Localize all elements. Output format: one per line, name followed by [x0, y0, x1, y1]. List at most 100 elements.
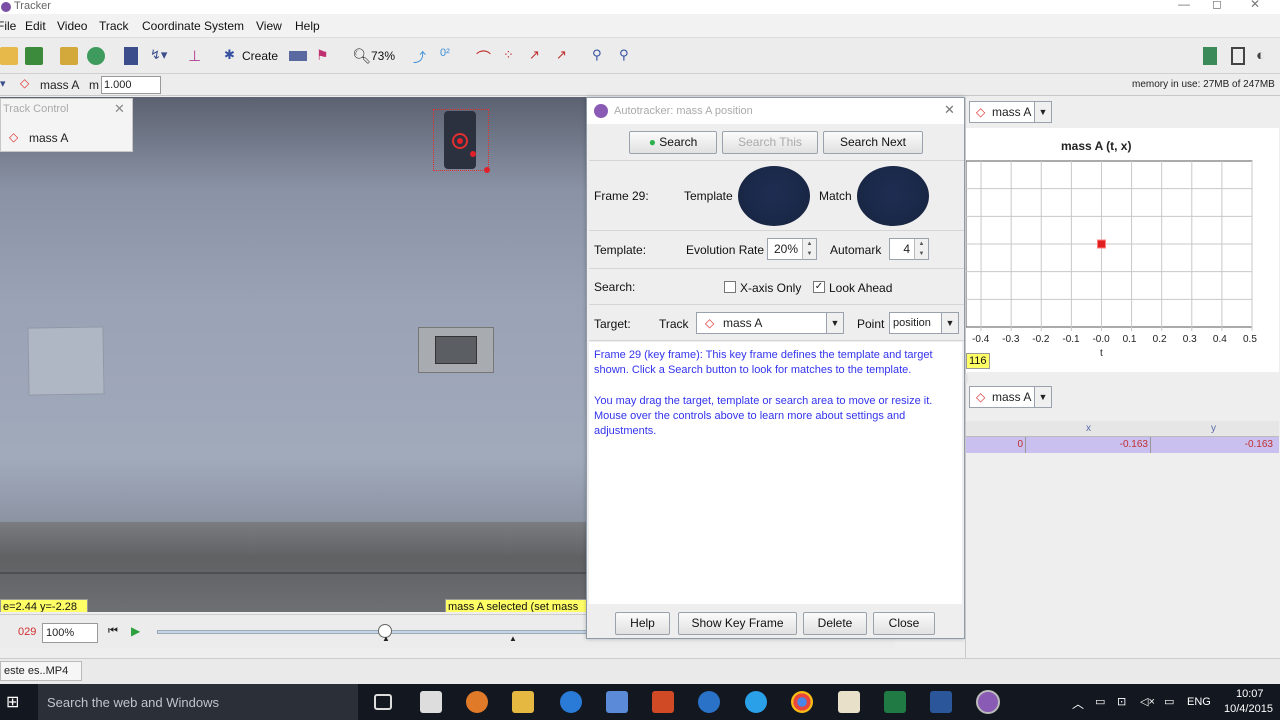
plot-point[interactable]	[1096, 239, 1106, 249]
chevron-down-icon[interactable]: ▼	[941, 313, 958, 333]
chrome-icon[interactable]	[791, 691, 813, 713]
calibration-icon[interactable]: ⊥	[188, 47, 206, 65]
automark-spinner[interactable]: 4 ▲ ▼	[889, 238, 929, 260]
popcorn-icon[interactable]	[838, 691, 860, 713]
acceleration-icon[interactable]: ↗	[556, 47, 574, 65]
firefox-icon[interactable]	[466, 691, 488, 713]
battery-icon[interactable]: ▭	[1095, 695, 1105, 708]
velocity-icon[interactable]: ↗	[529, 47, 547, 65]
close-button[interactable]: Close	[873, 612, 935, 635]
skype-icon[interactable]	[745, 691, 767, 713]
angle-icon[interactable]: 0²	[440, 47, 458, 65]
close-icon[interactable]: ✕	[1250, 0, 1260, 11]
chevron-down-icon[interactable]: ▼	[1034, 387, 1051, 407]
maximize-icon[interactable]: ◻	[1212, 0, 1222, 11]
volume-icon[interactable]: ◁×	[1140, 695, 1155, 708]
minimize-icon[interactable]: —	[1178, 0, 1190, 11]
edge-icon[interactable]	[560, 691, 582, 713]
open-folder-icon[interactable]	[0, 47, 18, 65]
measuring-tape-icon[interactable]	[289, 51, 307, 61]
delete-button[interactable]: Delete	[803, 612, 867, 635]
show-key-frame-button[interactable]: Show Key Frame	[678, 612, 797, 635]
rate-spinner[interactable]: 100%	[42, 623, 98, 643]
message-icon[interactable]: ▭	[1164, 695, 1174, 708]
menu-edit[interactable]: Edit	[25, 19, 46, 33]
menu-file[interactable]: File	[0, 19, 16, 33]
zoom-level[interactable]: 73%	[371, 49, 395, 63]
start-marker[interactable]: ▲	[382, 634, 390, 643]
search-next-button[interactable]: Search Next	[823, 131, 923, 154]
track-control-close-icon[interactable]: ✕	[114, 101, 125, 117]
video-panel[interactable]: e=2.44 y=-2.28 mass A selected (set mass	[0, 97, 588, 612]
track-name[interactable]: mass A	[40, 78, 79, 92]
chevron-down-icon[interactable]: ▼	[1034, 102, 1051, 122]
xmass-icon[interactable]: ⚲	[592, 47, 610, 65]
step-back-icon[interactable]: ⏮	[108, 625, 118, 638]
mass-field[interactable]: 1.000	[101, 76, 161, 94]
frame-counter[interactable]: 029	[18, 626, 36, 638]
clock-date[interactable]: 10/4/2015	[1224, 703, 1273, 715]
open-video-icon[interactable]	[60, 47, 78, 65]
file-explorer-icon[interactable]	[512, 691, 534, 713]
track-combo[interactable]: ◇ mass A ▼	[696, 312, 844, 334]
play-icon[interactable]: ▶	[131, 624, 140, 638]
menu-view[interactable]: View	[256, 19, 282, 33]
plot-track-combo[interactable]: ◇ mass A ▼	[969, 101, 1052, 123]
table-row[interactable]: 0 -0.163 -0.163	[966, 437, 1279, 453]
track-menu-icon[interactable]: ▾	[0, 77, 6, 90]
menu-track[interactable]: Track	[99, 19, 129, 33]
menu-video[interactable]: Video	[57, 19, 87, 33]
create-button[interactable]: Create	[242, 49, 278, 63]
clock-time[interactable]: 10:07	[1236, 688, 1264, 700]
language-indicator[interactable]: ENG	[1187, 696, 1211, 708]
skype-business-icon[interactable]	[698, 691, 720, 713]
app-cube-icon[interactable]	[606, 691, 628, 713]
evolution-rate-spinner[interactable]: 20% ▲ ▼	[767, 238, 817, 260]
window-icon[interactable]	[1231, 47, 1245, 65]
plot-area[interactable]: mass A (t, x) -0.4 -0.3 -0.2 -0.1 -0.0 0.1 0.2…	[965, 128, 1279, 372]
save-icon[interactable]	[25, 47, 43, 65]
video-tab[interactable]: este es..MP4	[0, 661, 82, 681]
column-header-x[interactable]: x	[1086, 423, 1091, 434]
end-marker[interactable]: ▲	[509, 634, 517, 643]
zoom-icon[interactable]: 🔍︎	[352, 47, 371, 65]
taskbar-search-box[interactable]: Search the web and Windows	[38, 684, 358, 720]
create-track-icon[interactable]: ✱	[224, 47, 242, 65]
xaxis-only-checkbox[interactable]	[724, 281, 736, 293]
dialog-close-icon[interactable]: ✕	[944, 102, 955, 118]
notes-icon[interactable]	[1203, 47, 1217, 65]
search-this-button[interactable]: Search This	[722, 131, 818, 154]
tracker-taskbar-icon[interactable]	[976, 690, 1000, 714]
menu-help[interactable]: Help	[295, 19, 320, 33]
excel-icon[interactable]	[884, 691, 906, 713]
search-button[interactable]: ● Search	[629, 131, 717, 154]
look-ahead-checkbox[interactable]: ✓	[813, 281, 825, 293]
table-track-combo[interactable]: ◇ mass A ▼	[969, 386, 1052, 408]
chevron-down-icon[interactable]: ▼	[826, 313, 843, 333]
help-button[interactable]: Help	[615, 612, 670, 635]
position-icon[interactable]: ⁘	[503, 47, 521, 65]
search-handle[interactable]	[484, 167, 490, 173]
coordinate-axes-icon[interactable]: ↯▾	[150, 47, 176, 65]
network-icon[interactable]: ⊡	[1117, 695, 1126, 708]
point-combo[interactable]: position ▼	[889, 312, 959, 334]
windows-start-icon[interactable]: ⊞	[6, 692, 19, 712]
menu-coordinate-system[interactable]: Coordinate System	[142, 19, 244, 33]
track-control-item[interactable]: mass A	[29, 131, 68, 145]
template-handle[interactable]	[470, 151, 476, 157]
powerpoint-icon[interactable]	[652, 691, 674, 713]
clip-settings-icon[interactable]	[124, 47, 138, 65]
task-view-icon[interactable]	[374, 694, 392, 710]
spinner-arrows-icon[interactable]: ▲ ▼	[802, 239, 816, 259]
column-header-y[interactable]: y	[1211, 423, 1216, 434]
help-icon[interactable]: ◐	[1256, 47, 1274, 65]
tray-chevron-icon[interactable]: ︿	[1072, 695, 1084, 712]
flag-icon[interactable]: ⚑	[316, 47, 334, 65]
word-icon[interactable]	[930, 691, 952, 713]
target-point[interactable]	[457, 138, 463, 144]
autotracker-icon[interactable]: ⚲	[619, 47, 637, 65]
rotate-icon[interactable]: ⤴	[413, 47, 431, 65]
refresh-icon[interactable]	[87, 47, 105, 65]
store-icon[interactable]	[420, 691, 442, 713]
trace-icon[interactable]: ⌒	[476, 47, 494, 67]
